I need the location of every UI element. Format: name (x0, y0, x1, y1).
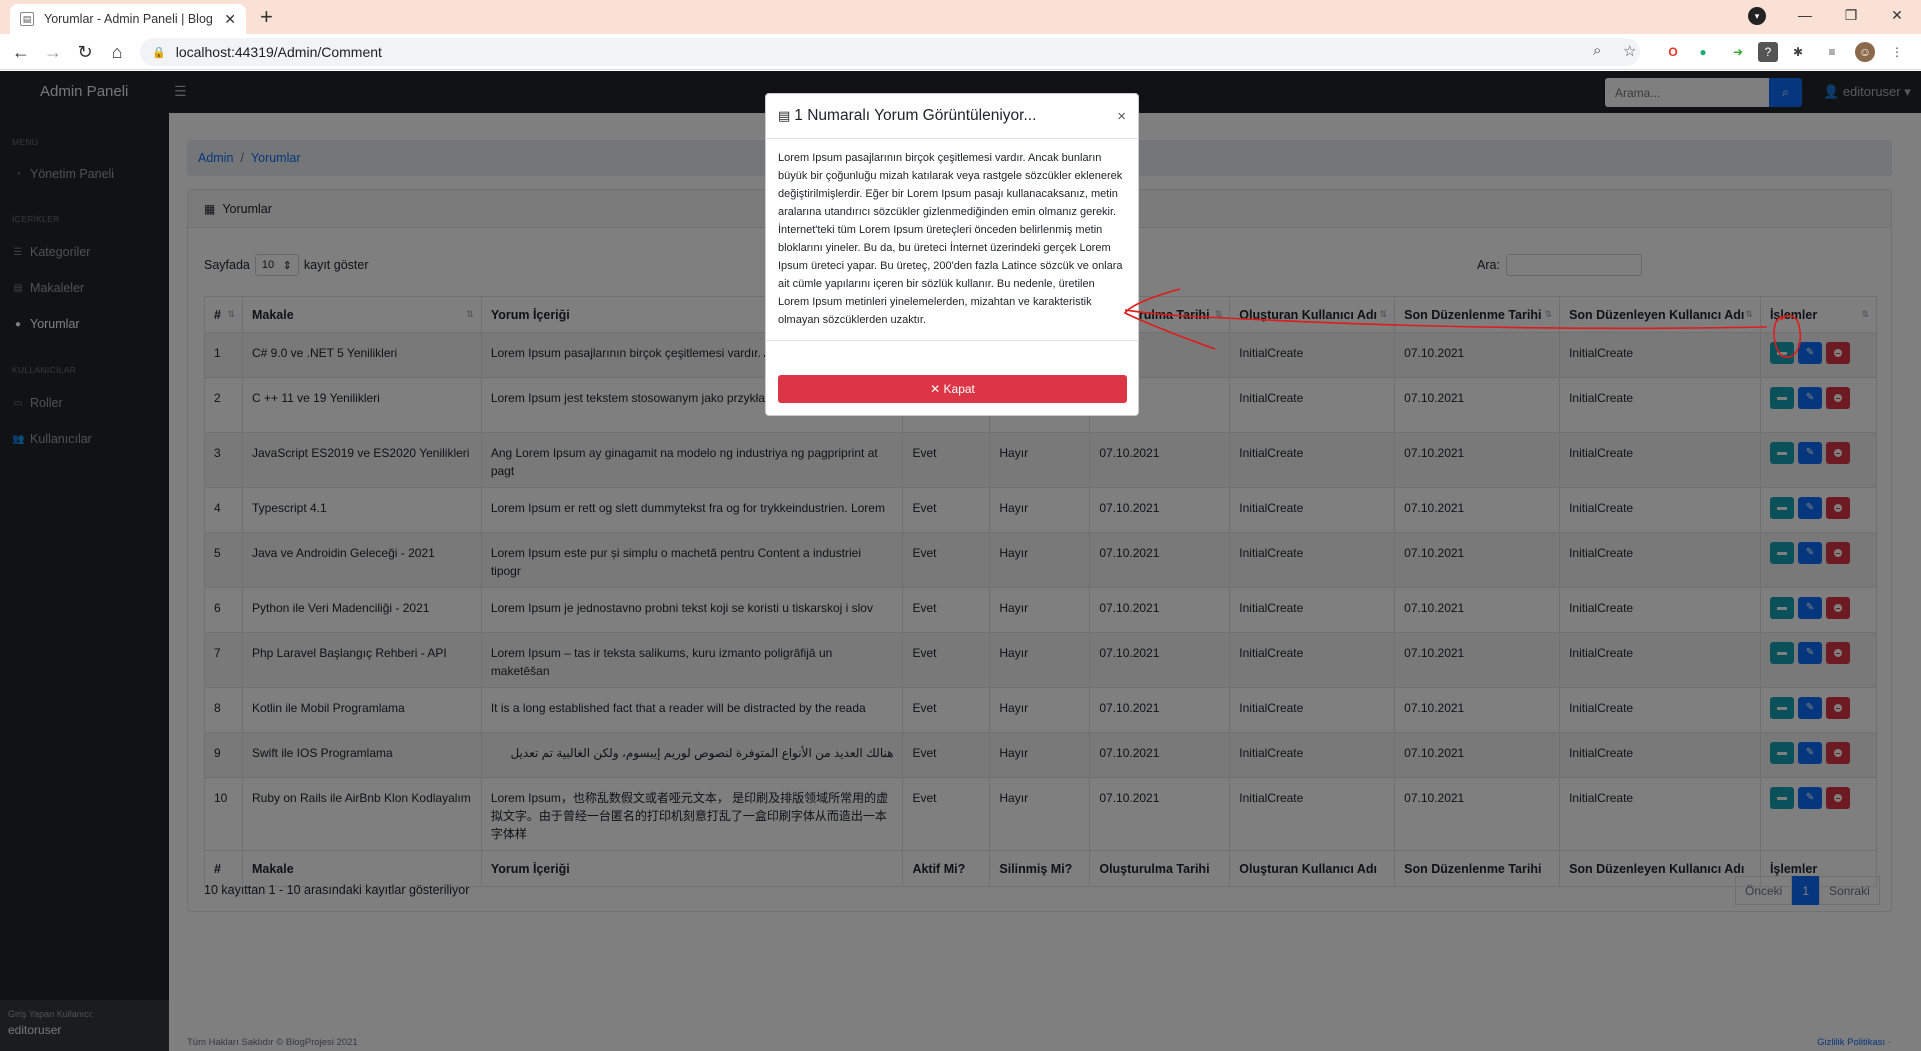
browser-toolbar: ← → ↻ ⌂ 🔒 localhost:44319/Admin/Comment … (0, 34, 1921, 70)
help-extension-icon[interactable]: ? (1758, 42, 1778, 62)
modal-title-text: 1 Numaralı Yorum Görüntüleniyor... (794, 107, 1037, 124)
home-icon[interactable]: ⌂ (104, 39, 130, 65)
vpn-extension-icon[interactable]: ● (1693, 42, 1713, 62)
tab-title: Yorumlar - Admin Paneli | Blog Pr (44, 12, 217, 26)
tab-search-icon[interactable]: ▾ (1748, 7, 1766, 25)
reading-list-icon[interactable]: ≡ (1822, 42, 1842, 62)
modal-title: ▤ 1 Numaralı Yorum Görüntüleniyor... (778, 107, 1117, 125)
browser-tab[interactable]: ▤ Yorumlar - Admin Paneli | Blog Pr ✕ (10, 4, 246, 34)
forward-icon[interactable]: → (40, 39, 66, 65)
comment-view-modal: ▤ 1 Numaralı Yorum Görüntüleniyor... × Lo… (765, 93, 1139, 416)
reload-icon[interactable]: ↻ (72, 39, 98, 65)
opera-extension-icon[interactable]: O (1663, 42, 1683, 62)
modal-header: ▤ 1 Numaralı Yorum Görüntüleniyor... × (766, 94, 1138, 139)
zoom-icon[interactable]: ⌕ (1593, 42, 1601, 59)
profile-avatar[interactable]: ☺ (1855, 42, 1875, 62)
close-modal-button[interactable]: ✕ Kapat (778, 375, 1127, 403)
extensions-puzzle-icon[interactable]: ✱ (1788, 42, 1808, 62)
comment-card-icon: ▤ (778, 108, 791, 123)
arrow-extension-icon[interactable]: ➜ (1728, 42, 1748, 62)
new-tab-button[interactable]: + (260, 4, 273, 30)
url-text: localhost:44319/Admin/Comment (175, 44, 382, 60)
modal-close-button[interactable]: × (1117, 108, 1126, 125)
minimize-icon[interactable]: — (1782, 0, 1828, 30)
modal-body-text: Lorem Ipsum pasajlarının birçok çeşitlem… (766, 139, 1138, 341)
address-bar[interactable]: 🔒 localhost:44319/Admin/Comment (140, 38, 1640, 66)
bookmark-star-icon[interactable]: ☆ (1623, 42, 1636, 60)
tab-close-icon[interactable]: ✕ (224, 11, 236, 28)
browser-menu-icon[interactable]: ⋮ (1887, 42, 1907, 62)
page-favicon-icon: ▤ (20, 12, 34, 26)
browser-tab-strip: ▤ Yorumlar - Admin Paneli | Blog Pr ✕ + … (0, 0, 1921, 34)
window-close-icon[interactable]: ✕ (1874, 0, 1920, 30)
back-icon[interactable]: ← (8, 39, 34, 65)
lock-icon: 🔒 (152, 46, 166, 59)
restore-icon[interactable]: ❐ (1828, 0, 1874, 30)
